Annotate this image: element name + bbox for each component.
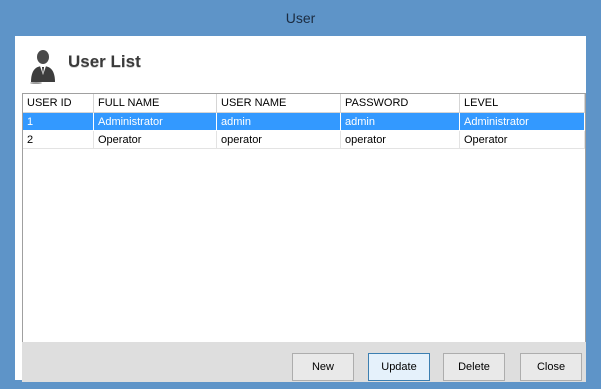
cell-level: Operator (460, 131, 585, 149)
window-titlebar[interactable]: User (0, 0, 601, 36)
cell-user-name: operator (217, 131, 341, 149)
new-button[interactable]: New (292, 353, 354, 381)
list-header: USER ID FULL NAME USER NAME PASSWORD LEV… (23, 94, 585, 113)
table-row[interactable]: 1 Administrator admin admin Administrato… (23, 113, 585, 131)
cell-user-id: 2 (23, 131, 94, 149)
column-header-user-name[interactable]: USER NAME (217, 94, 341, 112)
cell-user-name: admin (217, 113, 341, 131)
cell-user-id: 1 (23, 113, 94, 131)
cell-full-name: Operator (94, 131, 217, 149)
table-row[interactable]: 2 Operator operator operator Operator (23, 131, 585, 149)
delete-button[interactable]: Delete (443, 353, 505, 381)
column-header-password[interactable]: PASSWORD (341, 94, 460, 112)
update-button[interactable]: Update (368, 353, 430, 381)
cell-level: Administrator (460, 113, 585, 131)
column-header-level[interactable]: LEVEL (460, 94, 585, 112)
user-window: User User List USER ID FULL NAME USER NA… (0, 0, 601, 389)
cell-password: admin (341, 113, 460, 131)
cell-password: operator (341, 131, 460, 149)
column-header-full-name[interactable]: FULL NAME (94, 94, 217, 112)
user-icon (30, 50, 55, 84)
cell-full-name: Administrator (94, 113, 217, 131)
header-panel: User List (15, 36, 586, 91)
page-title: User List (68, 52, 141, 71)
user-list[interactable]: USER ID FULL NAME USER NAME PASSWORD LEV… (22, 93, 586, 377)
column-header-user-id[interactable]: USER ID (23, 94, 94, 112)
close-button[interactable]: Close (520, 353, 582, 381)
window-title: User (285, 10, 316, 26)
